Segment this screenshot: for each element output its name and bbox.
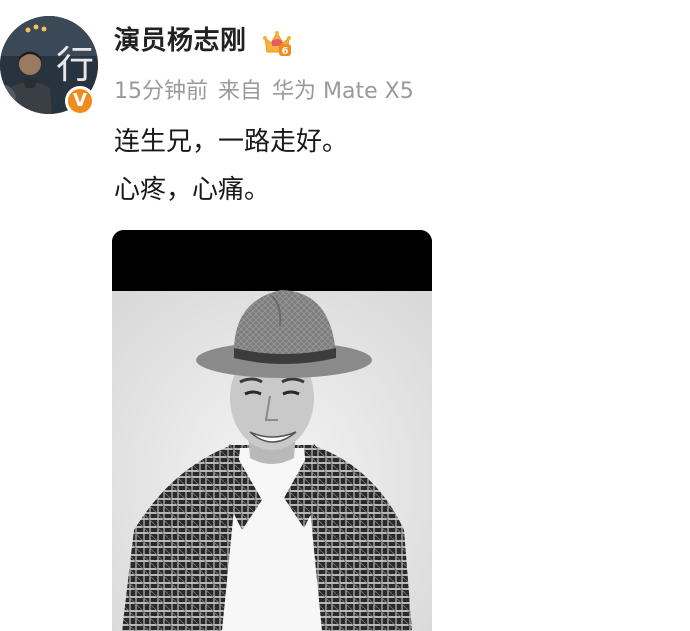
crown-level-icon[interactable]: 6 (262, 28, 292, 58)
v-verified-icon: V (73, 90, 87, 111)
author-name[interactable]: 演员杨志刚 (114, 24, 247, 58)
portrait-photo (112, 230, 432, 631)
device-name[interactable]: 华为 Mate X5 (272, 79, 414, 104)
post-image[interactable] (112, 230, 432, 631)
post-time: 15分钟前 (114, 79, 208, 104)
post-text-line-1: 连生兄，一路走好。 (114, 127, 349, 157)
weibo-post: 行 V 演员杨志刚 6 15分钟前 来自 华为 Mate X5 连生兄，一路走好。 … (0, 0, 690, 631)
level-number: 6 (282, 46, 289, 57)
source-prefix: 来自 (218, 79, 263, 104)
post-meta: 15分钟前 来自 华为 Mate X5 (114, 77, 424, 107)
post-text-line-2: 心疼，心痛。 (114, 175, 271, 205)
verified-badge: V (65, 86, 95, 116)
avatar-calligraphy: 行 (56, 43, 94, 87)
